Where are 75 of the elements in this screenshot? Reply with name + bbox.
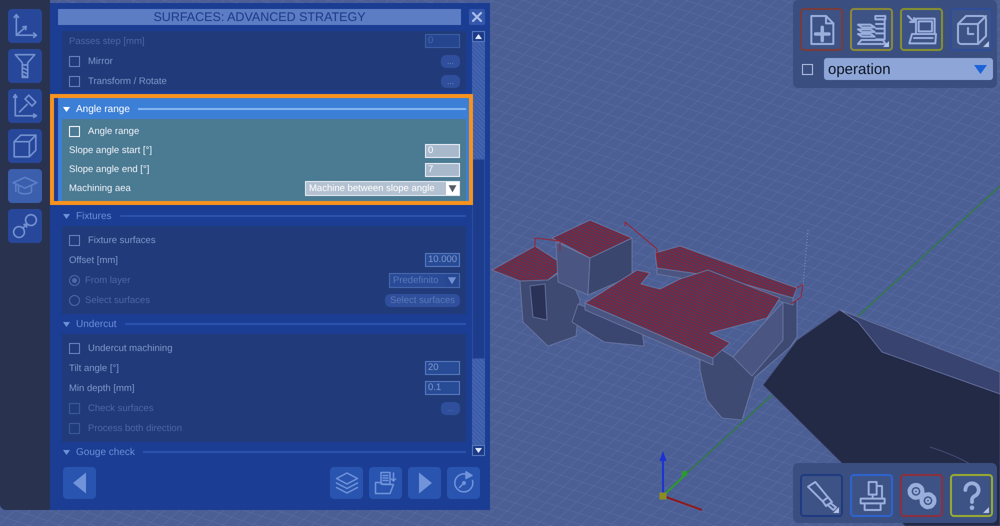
- scrollbar-thumb[interactable]: [472, 159, 485, 359]
- layers-button[interactable]: [330, 467, 363, 499]
- previous-button[interactable]: [63, 467, 96, 499]
- field-label: Tilt angle [°]: [69, 362, 119, 374]
- field-label: Slope angle start [°]: [69, 145, 152, 156]
- layers-icon: [334, 471, 358, 495]
- toolbar-button[interactable]: [900, 8, 943, 51]
- section-header[interactable]: Fixtures: [62, 209, 112, 223]
- input-field[interactable]: 0: [425, 144, 460, 158]
- checkbox-label: Undercut machining: [88, 342, 172, 354]
- axis-triad-icon: [660, 451, 702, 511]
- input-field[interactable]: 20: [425, 361, 460, 375]
- caret-down-icon: [475, 448, 482, 453]
- scroll-down-button[interactable]: [472, 445, 485, 456]
- stacked-plates-icon: [856, 14, 888, 46]
- toolbar-button[interactable]: [950, 8, 993, 51]
- corner-triangle-icon: [983, 507, 989, 513]
- input-field[interactable]: 7: [425, 162, 460, 176]
- field-label: Min depth [mm]: [69, 382, 134, 394]
- toolbar-button[interactable]: [900, 474, 943, 517]
- sidebar-button[interactable]: [8, 49, 42, 83]
- computer-icon: [906, 14, 938, 46]
- input-field[interactable]: 10.000: [425, 253, 460, 267]
- section-header[interactable]: Angle range: [62, 102, 130, 116]
- refresh-button[interactable]: [447, 467, 480, 499]
- checkbox-label: Angle range: [88, 126, 140, 137]
- toolbar-button[interactable]: [950, 474, 993, 517]
- close-button[interactable]: [469, 9, 485, 25]
- folder-document-icon: [374, 471, 398, 495]
- field-label: Machining aea: [69, 183, 131, 194]
- input-field[interactable]: 0.1: [425, 381, 460, 395]
- checkbox-label: Mirror: [88, 56, 113, 66]
- section-header[interactable]: Gouge check: [62, 445, 135, 459]
- close-icon: [472, 12, 482, 22]
- more-button[interactable]: ...: [441, 74, 460, 88]
- caret-icon: [446, 182, 459, 195]
- more-button[interactable]: ...: [441, 54, 460, 68]
- tool-axes-icon: [12, 93, 38, 119]
- field-label: Slope angle end [°]: [69, 164, 150, 175]
- two-circles-icon: [12, 213, 38, 239]
- sidebar-button[interactable]: [8, 129, 42, 163]
- cube-clock-icon: [956, 14, 988, 46]
- cone-tool-icon: [806, 480, 838, 512]
- sidebar-button[interactable]: [8, 209, 42, 243]
- checkbox-label: Fixture surfaces: [88, 234, 156, 246]
- section-header[interactable]: Undercut: [62, 317, 117, 331]
- refresh-dial-icon: [452, 471, 476, 495]
- checkbox[interactable]: [802, 64, 813, 74]
- checkbox-label: Transform / Rotate: [88, 76, 167, 86]
- toolbar-button[interactable]: [850, 474, 893, 517]
- toolbar-button[interactable]: [850, 8, 893, 51]
- sidebar-button[interactable]: [8, 89, 42, 123]
- corner-triangle-icon: [883, 41, 889, 47]
- checkbox[interactable]: [69, 234, 80, 246]
- caret-icon: [974, 64, 987, 74]
- toolbar-button[interactable]: [800, 8, 843, 51]
- next-button[interactable]: [408, 467, 441, 499]
- caret-up-icon: [475, 34, 482, 39]
- panel-title: SURFACES: ADVANCED STRATEGY: [58, 9, 461, 25]
- cube-icon: [12, 133, 38, 159]
- dropdown[interactable]: Machine between slope angle: [305, 181, 460, 196]
- checkbox[interactable]: [69, 342, 80, 354]
- checkbox[interactable]: [69, 76, 80, 86]
- sidebar-button[interactable]: [8, 169, 42, 203]
- dropdown[interactable]: operation: [824, 58, 993, 80]
- folder-button[interactable]: [369, 467, 402, 499]
- scroll-up-button[interactable]: [472, 31, 485, 42]
- end-mill-icon: [12, 53, 38, 79]
- checkbox[interactable]: [69, 56, 80, 66]
- toolbar-button[interactable]: [800, 474, 843, 517]
- corner-triangle-icon: [833, 507, 839, 513]
- field-label: Offset [mm]: [69, 254, 118, 266]
- sidebar-button[interactable]: [8, 9, 42, 43]
- corner-triangle-icon: [983, 41, 989, 47]
- axes-icon: [12, 13, 38, 39]
